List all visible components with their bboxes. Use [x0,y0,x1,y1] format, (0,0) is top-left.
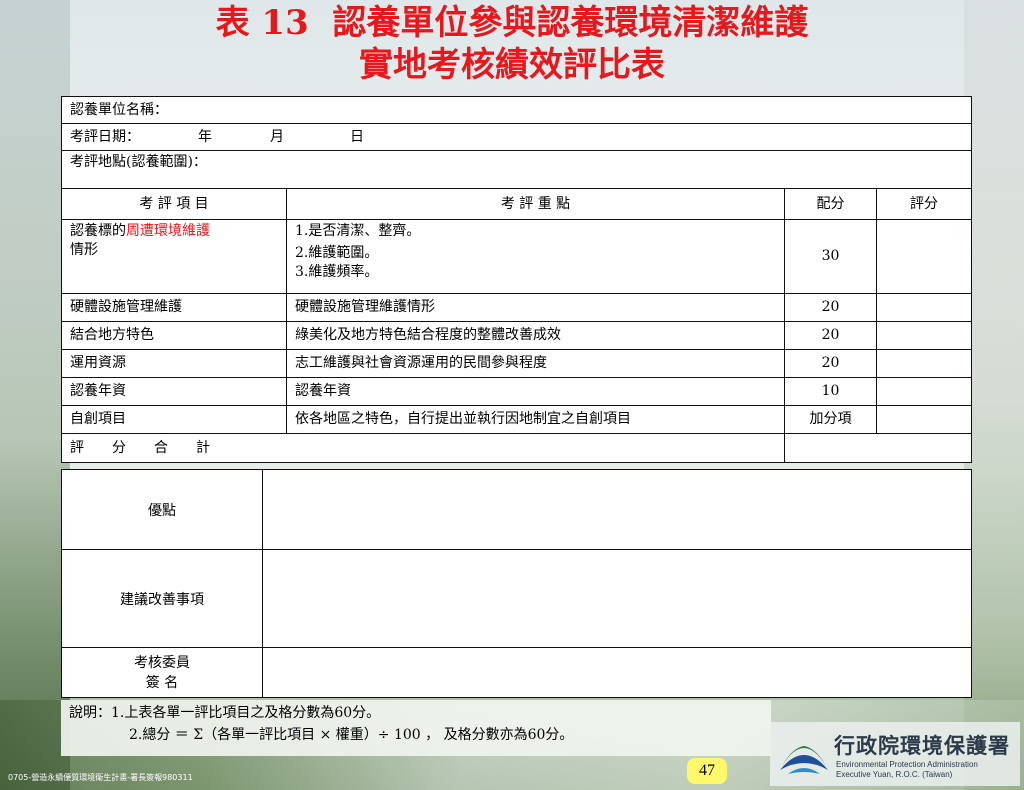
row-focus: 志工維護與社會資源運用的民間參與程度 [286,349,785,378]
logo-name-en-line-1: Environmental Protection Administration [836,760,978,769]
row-item: 硬體設施管理維護 [61,293,287,322]
row-focus: 綠美化及地方特色結合程度的整體改善成效 [286,321,785,350]
row-item-suffix: 情形 [70,242,98,258]
header-focus: 考 評 重 點 [286,188,785,220]
row-item: 結合地方特色 [61,321,287,350]
date-label: 考評日期： [70,128,140,145]
row-item-prefix: 認養標的 [70,223,126,239]
row-item: 認養年資 [61,377,287,406]
epa-logo: 行政院環境保護署 Environmental Protection Admini… [770,722,1020,786]
row-item: 認養標的周遭環境維護 情形 [61,219,287,294]
table-row: 結合地方特色 綠美化及地方特色結合程度的整體改善成效 20 [61,321,972,350]
reviewer-label: 考核委員 簽 名 [61,647,263,698]
row-score-cell[interactable] [876,293,972,322]
note-line-2: 2.總分 ＝ Σ（各單一評比項目 × 權重）÷ 100 ， 及格分數亦為60分。 [129,727,574,743]
row-points: 20 [784,293,877,322]
notes-block: 說明：1.上表各單一評比項目之及格分數為60分。 2.總分 ＝ Σ（各單一評比項… [61,700,771,756]
logo-name-en: Environmental Protection Administration … [836,760,978,780]
note-line-1: 說明：1.上表各單一評比項目之及格分數為60分。 [69,705,381,721]
row-item: 運用資源 [61,349,287,378]
row-points: 加分項 [784,405,877,434]
row-points: 20 [784,349,877,378]
row-item-highlight: 周遭環境維護 [126,223,210,239]
table-row: 認養年資 認養年資 10 [61,377,972,406]
focus-line: 2.維護範圍。 [295,245,379,261]
advantages-field[interactable] [262,469,972,550]
epa-emblem-icon [780,746,828,774]
date-day-label: 日 [350,128,364,145]
reviewer-label-line-2: 簽 名 [145,674,179,691]
header-item: 考 評 項 目 [61,188,287,220]
row-score-cell[interactable] [876,377,972,406]
comments-table: 優點 建議改善事項 考核委員 簽 名 [61,469,972,698]
advantages-label: 優點 [61,469,263,550]
table-row: 認養標的周遭環境維護 情形 1.是否清潔、整齊。 2.維護範圍。 3.維護頻率。… [61,219,972,294]
location-field[interactable]: 考評地點(認養範圍)： [61,150,972,189]
logo-name-en-line-2: Executive Yuan, R.O.C. (Taiwan) [836,770,953,779]
suggestions-label: 建議改善事項 [61,549,263,648]
unit-name-field[interactable]: 認養單位名稱： [61,96,972,124]
suggestions-field[interactable] [262,549,972,648]
table-row: 硬體設施管理維護 硬體設施管理維護情形 20 [61,293,972,322]
row-focus: 認養年資 [286,377,785,406]
focus-line: 1.是否清潔、整齊。 [295,223,421,239]
date-field[interactable]: 考評日期： 年 月 日 [61,123,972,151]
row-focus: 硬體設施管理維護情形 [286,293,785,322]
footer-reference: 0705-營造永續優質環境衛生計畫-署長簽報980311 [8,773,193,782]
title-line-2: 實地考核績效評比表 [359,45,665,85]
table-row: 自創項目 依各地區之特色，自行提出並執行因地制宜之自創項目 加分項 [61,405,972,434]
row-points: 20 [784,321,877,350]
total-score-cell[interactable] [784,433,972,463]
total-label: 評 分 合 計 [61,433,785,463]
logo-name-cn: 行政院環境保護署 [834,733,1010,758]
row-focus: 1.是否清潔、整齊。 2.維護範圍。 3.維護頻率。 [286,219,785,294]
background-right-foliage [964,0,1024,790]
row-score-cell[interactable] [876,349,972,378]
row-focus: 依各地區之特色，自行提出並執行因地制宜之自創項目 [286,405,785,434]
background-left-foliage [0,0,70,790]
row-score-cell[interactable] [876,321,972,350]
date-year-label: 年 [198,128,212,145]
page-number-badge: 47 [687,758,727,784]
table-row: 運用資源 志工維護與社會資源運用的民間參與程度 20 [61,349,972,378]
row-points: 10 [784,377,877,406]
reviewer-signature-field[interactable] [262,647,972,698]
page-title: 表 13 認養單位參與認養環境清潔維護 實地考核績效評比表 [0,2,1024,86]
title-line-1: 表 13 認養單位參與認養環境清潔維護 [215,3,809,43]
row-score-cell[interactable] [876,219,972,294]
reviewer-label-line-1: 考核委員 [134,654,190,671]
row-score-cell[interactable] [876,405,972,434]
row-item: 自創項目 [61,405,287,434]
focus-line: 3.維護頻率。 [295,264,379,280]
date-month-label: 月 [270,128,284,145]
header-score: 評分 [876,188,972,220]
header-points: 配分 [784,188,877,220]
row-points: 30 [784,219,877,294]
evaluation-table: 認養單位名稱： 考評日期： 年 月 日 考評地點(認養範圍)： 考 評 項 目 考 評… [61,96,972,463]
